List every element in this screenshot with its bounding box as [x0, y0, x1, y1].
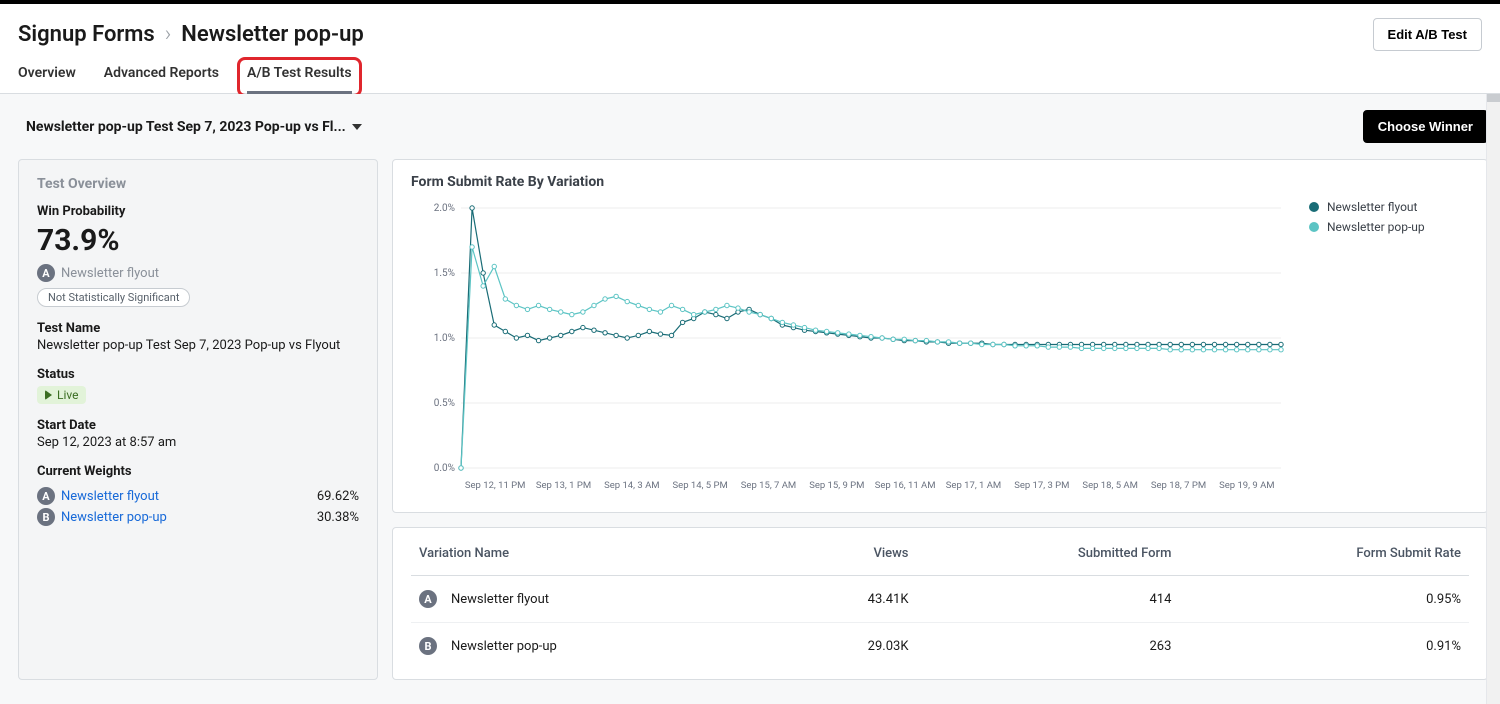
test-selector-label: Newsletter pop-up Test Sep 7, 2023 Pop-u… — [26, 119, 346, 135]
winner-name: Newsletter flyout — [61, 266, 159, 281]
test-overview-panel: Test Overview Win Probability 73.9% A Ne… — [18, 159, 378, 680]
table-row[interactable]: A Newsletter flyout 43.41K4140.95% — [411, 576, 1469, 623]
row-views: 43.41K — [780, 576, 916, 623]
svg-text:Sep 14, 3 AM: Sep 14, 3 AM — [604, 480, 659, 491]
winner-badge: A — [37, 264, 55, 282]
svg-text:Sep 17, 3 PM: Sep 17, 3 PM — [1014, 480, 1069, 491]
tab-overview[interactable]: Overview — [18, 65, 76, 93]
row-submits: 414 — [916, 576, 1179, 623]
row-views: 29.03K — [780, 623, 916, 670]
weight-badge: A — [37, 487, 55, 505]
status-label: Status — [37, 367, 359, 382]
svg-text:Sep 13, 1 PM: Sep 13, 1 PM — [536, 480, 591, 491]
svg-text:Sep 18, 7 PM: Sep 18, 7 PM — [1151, 480, 1206, 491]
win-probability-value: 73.9% — [37, 223, 359, 258]
svg-text:2.0%: 2.0% — [434, 203, 455, 214]
panel-title: Test Overview — [37, 176, 359, 192]
scrollbar[interactable] — [1486, 94, 1500, 704]
row-rate: 0.95% — [1179, 576, 1469, 623]
breadcrumb-current: Newsletter pop-up — [181, 22, 363, 47]
weight-link[interactable]: Newsletter pop-up — [61, 510, 167, 525]
legend-swatch — [1309, 202, 1319, 212]
results-table: Variation Name Views Submitted Form Form… — [411, 532, 1469, 669]
svg-text:1.0%: 1.0% — [434, 333, 455, 344]
th-variation[interactable]: Variation Name — [411, 532, 780, 576]
legend-item[interactable]: Newsletter flyout — [1309, 200, 1469, 214]
chart-title: Form Submit Rate By Variation — [411, 174, 1469, 190]
th-rate[interactable]: Form Submit Rate — [1179, 532, 1469, 576]
caret-down-icon — [352, 124, 362, 130]
weight-link[interactable]: Newsletter flyout — [61, 489, 159, 504]
svg-text:0.5%: 0.5% — [434, 398, 455, 409]
start-date-label: Start Date — [37, 418, 359, 433]
th-views[interactable]: Views — [780, 532, 916, 576]
svg-text:0.0%: 0.0% — [434, 463, 455, 474]
results-table-card: Variation Name Views Submitted Form Form… — [392, 527, 1488, 680]
row-name: Newsletter flyout — [451, 592, 549, 607]
svg-text:Sep 16, 11 AM: Sep 16, 11 AM — [875, 480, 936, 491]
chart-legend: Newsletter flyout Newsletter pop-up — [1309, 198, 1469, 240]
edit-ab-test-button[interactable]: Edit A/B Test — [1373, 18, 1482, 51]
svg-text:Sep 15, 7 AM: Sep 15, 7 AM — [741, 480, 796, 491]
breadcrumb-root[interactable]: Signup Forms — [18, 22, 155, 47]
svg-text:Sep 18, 5 AM: Sep 18, 5 AM — [1082, 480, 1137, 491]
status-badge: Live — [37, 386, 86, 404]
row-badge: B — [419, 637, 437, 655]
choose-winner-button[interactable]: Choose Winner — [1363, 110, 1488, 143]
chart-card: Form Submit Rate By Variation 0.0% 0.5% 1.… — [392, 159, 1488, 513]
weight-badge: B — [37, 508, 55, 526]
weight-pct: 30.38% — [317, 510, 359, 525]
svg-text:Sep 12, 11 PM: Sep 12, 11 PM — [465, 480, 526, 491]
svg-text:Sep 17, 1 AM: Sep 17, 1 AM — [946, 480, 1001, 491]
row-badge: A — [419, 590, 437, 608]
legend-item[interactable]: Newsletter pop-up — [1309, 220, 1469, 234]
test-name-label: Test Name — [37, 321, 359, 336]
row-name: Newsletter pop-up — [451, 639, 557, 654]
test-name-value: Newsletter pop-up Test Sep 7, 2023 Pop-u… — [37, 338, 359, 353]
weight-pct: 69.62% — [317, 489, 359, 504]
legend-label: Newsletter flyout — [1327, 200, 1417, 214]
significance-pill: Not Statistically Significant — [37, 288, 190, 307]
tabs: Overview Advanced Reports A/B Test Resul… — [0, 51, 1500, 94]
play-icon — [45, 390, 52, 400]
row-rate: 0.91% — [1179, 623, 1469, 670]
tab-ab-test-results-label: A/B Test Results — [247, 65, 352, 81]
tab-advanced-reports[interactable]: Advanced Reports — [104, 65, 219, 93]
table-row[interactable]: B Newsletter pop-up 29.03K2630.91% — [411, 623, 1469, 670]
weights-label: Current Weights — [37, 464, 359, 479]
svg-text:Sep 19, 9 AM: Sep 19, 9 AM — [1219, 480, 1274, 491]
breadcrumb: Signup Forms › Newsletter pop-up — [18, 22, 364, 47]
svg-text:Sep 15, 9 PM: Sep 15, 9 PM — [809, 480, 864, 491]
test-selector-dropdown[interactable]: Newsletter pop-up Test Sep 7, 2023 Pop-u… — [26, 119, 362, 135]
win-probability-label: Win Probability — [37, 204, 359, 219]
th-submitted[interactable]: Submitted Form — [916, 532, 1179, 576]
legend-swatch — [1309, 222, 1319, 232]
svg-text:1.5%: 1.5% — [434, 268, 455, 279]
status-value: Live — [57, 388, 78, 402]
legend-label: Newsletter pop-up — [1327, 220, 1425, 234]
row-submits: 263 — [916, 623, 1179, 670]
chevron-right-icon: › — [165, 22, 172, 47]
line-chart: 0.0% 0.5% 1.0% 1.5% 2.0% Sep 12, 11 PM Sep 13,… — [411, 198, 1291, 498]
start-date-value: Sep 12, 2023 at 8:57 am — [37, 435, 359, 450]
svg-text:Sep 14, 5 PM: Sep 14, 5 PM — [673, 480, 728, 491]
tab-ab-test-results[interactable]: A/B Test Results — [247, 65, 352, 93]
